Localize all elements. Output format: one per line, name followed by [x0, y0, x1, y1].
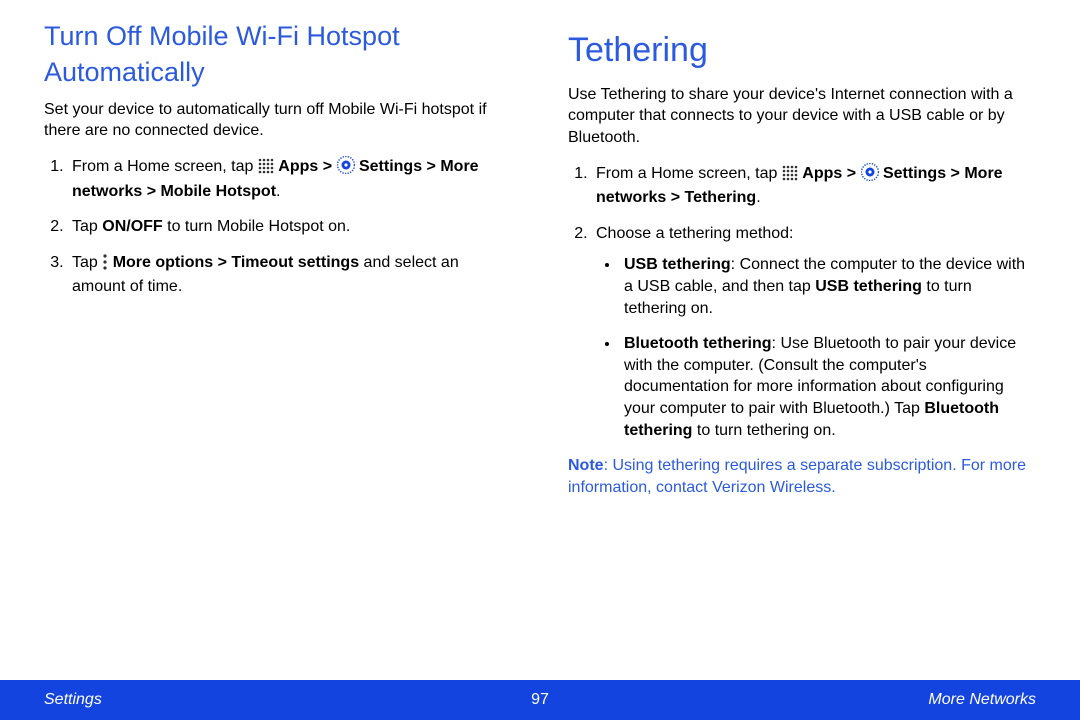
- footer-right: More Networks: [570, 691, 1080, 709]
- right-step-1: From a Home screen, tap Apps > Settings …: [592, 163, 1036, 209]
- apps-grid-icon: [782, 165, 798, 188]
- settings-gear-icon: [861, 163, 879, 188]
- period: .: [276, 183, 280, 200]
- text: Tap: [72, 218, 102, 235]
- left-heading: Turn Off Mobile Wi-Fi Hotspot Automatica…: [44, 18, 508, 91]
- right-step-2: Choose a tethering method: USB tethering…: [592, 223, 1036, 441]
- apps-grid-icon: [258, 158, 274, 181]
- right-heading: Tethering: [568, 28, 1036, 74]
- more-options-icon: [102, 254, 108, 277]
- page-body: Turn Off Mobile Wi-Fi Hotspot Automatica…: [0, 0, 1080, 680]
- apps-label: Apps: [278, 158, 318, 175]
- separator: >: [946, 165, 964, 182]
- separator: >: [318, 158, 336, 175]
- usb-label: USB tethering: [624, 256, 731, 273]
- text: Tap: [72, 254, 102, 271]
- note-body: : Using tethering requires a separate su…: [568, 457, 1026, 496]
- text: From a Home screen, tap: [72, 158, 258, 175]
- usb-tap-label: USB tethering: [815, 278, 922, 295]
- right-steps: From a Home screen, tap Apps > Settings …: [568, 163, 1036, 442]
- left-column: Turn Off Mobile Wi-Fi Hotspot Automatica…: [0, 0, 540, 680]
- footer-left: Settings: [0, 691, 510, 709]
- left-step-3: Tap More options > Timeout settings and …: [68, 252, 508, 298]
- usb-tethering-item: USB tethering: Connect the computer to t…: [620, 254, 1036, 319]
- text: From a Home screen, tap: [596, 165, 782, 182]
- settings-label: Settings: [883, 165, 946, 182]
- right-intro: Use Tethering to share your device's Int…: [568, 84, 1036, 149]
- bluetooth-tethering-item: Bluetooth tethering: Use Bluetooth to pa…: [620, 333, 1036, 441]
- settings-gear-icon: [337, 156, 355, 181]
- left-intro: Set your device to automatically turn of…: [44, 99, 508, 142]
- period: .: [756, 189, 760, 206]
- apps-label: Apps: [802, 165, 842, 182]
- left-steps: From a Home screen, tap Apps > Settings …: [44, 156, 508, 298]
- tethering-methods-list: USB tethering: Connect the computer to t…: [596, 254, 1036, 441]
- text: to turn Mobile Hotspot on.: [163, 218, 351, 235]
- footer-page-number: 97: [510, 691, 570, 709]
- left-step-2: Tap ON/OFF to turn Mobile Hotspot on.: [68, 216, 508, 238]
- more-options-label: More options > Timeout settings: [113, 254, 359, 271]
- right-column: Tethering Use Tethering to share your de…: [540, 0, 1080, 680]
- separator: >: [422, 158, 440, 175]
- onoff-label: ON/OFF: [102, 218, 162, 235]
- text: Choose a tethering method:: [596, 225, 793, 242]
- note-text: Note: Using tethering requires a separat…: [568, 455, 1036, 498]
- text: to turn tethering on.: [692, 422, 835, 439]
- page-footer: Settings 97 More Networks: [0, 680, 1080, 720]
- settings-label: Settings: [359, 158, 422, 175]
- bt-label: Bluetooth tethering: [624, 335, 772, 352]
- left-step-1: From a Home screen, tap Apps > Settings …: [68, 156, 508, 202]
- separator: >: [842, 165, 860, 182]
- note-label: Note: [568, 457, 604, 474]
